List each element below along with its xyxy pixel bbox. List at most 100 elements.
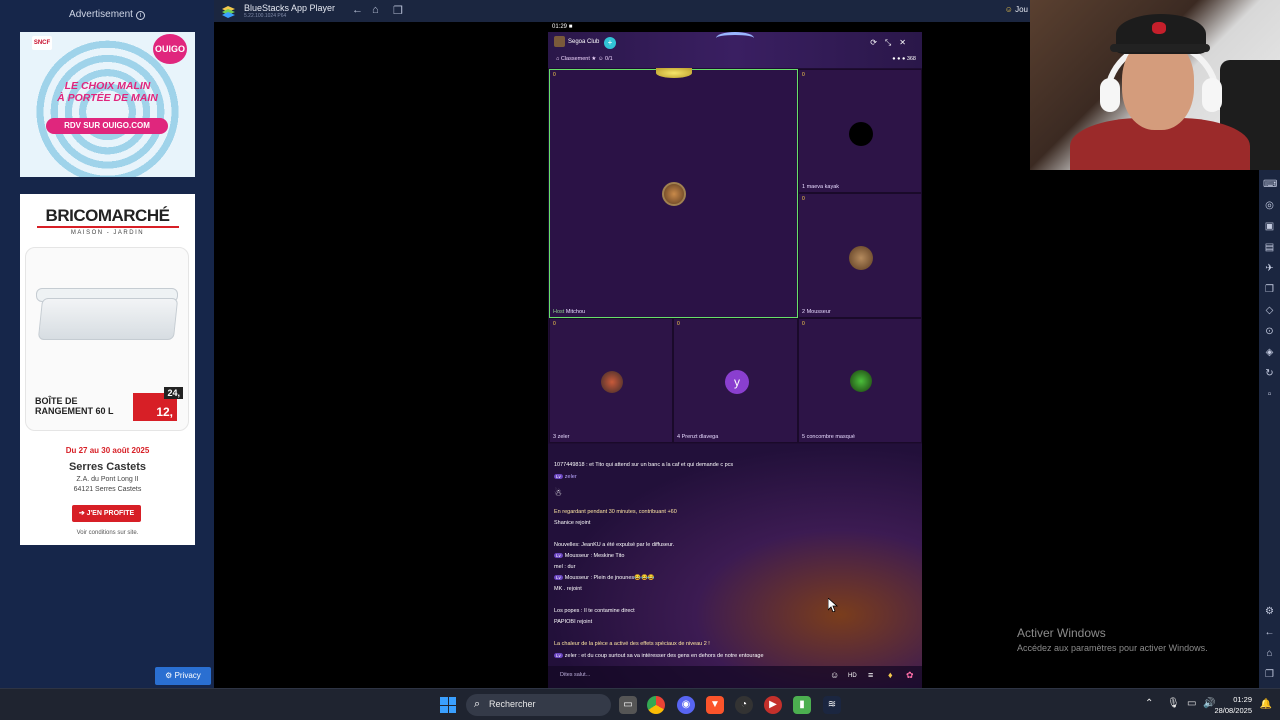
clock-time: 01:29 <box>1233 695 1252 704</box>
address-line-2: 64121 Serres Castets <box>73 486 142 493</box>
emoji-icon[interactable]: ☺ <box>830 670 839 680</box>
current-price: 12, <box>156 405 173 419</box>
seat-tile-4[interactable]: 0 y 4 Prenzt dlavega <box>673 318 798 443</box>
store-address: Z.A. du Pont Long II 64121 Serres Castet… <box>20 475 195 495</box>
chat-message: Lv zeler : et du coup surtout sa va intér… <box>554 653 764 659</box>
seat-tile-2[interactable]: 0 2 Mousseur <box>798 193 922 318</box>
recent-apps-icon[interactable]: ❐ <box>393 4 403 17</box>
screenshot-icon[interactable]: ▣ <box>1263 220 1276 233</box>
microphone-icon[interactable]: 🎙 <box>1167 698 1180 709</box>
activate-windows-watermark: Activer Windows Accédez aux paramètres p… <box>1017 626 1208 653</box>
minimize-icon[interactable]: ⤡ <box>885 38 899 47</box>
notification-bell-icon[interactable]: 🔔 <box>1260 699 1272 710</box>
airplane-icon[interactable]: ✈ <box>1263 262 1276 275</box>
avatar[interactable] <box>662 182 686 206</box>
bricomarche-logo-text: BRICOMARCHÉ <box>45 206 170 225</box>
ranking-count: 0/1 <box>605 56 613 62</box>
bluestacks-title: BlueStacks App Player <box>244 3 336 13</box>
close-icon[interactable]: ✕ <box>899 38 914 47</box>
avatar[interactable] <box>601 371 623 393</box>
seat-tile-1[interactable]: 0 1 maeva kayak <box>798 69 922 193</box>
back-arrow-icon[interactable]: ← <box>352 4 363 16</box>
youtube-icon[interactable]: ▶ <box>764 696 782 714</box>
brave-icon[interactable]: ▼ <box>706 696 724 714</box>
more-icon[interactable]: ▫ <box>1263 388 1276 401</box>
chat-input-bar[interactable]: Dites salut... ☺ HD ≡ ♦ ✿ <box>548 666 922 688</box>
menu-icon[interactable]: ≡ <box>868 670 873 680</box>
advertisement-text: Advertisement <box>69 9 133 20</box>
avatar[interactable] <box>850 370 872 392</box>
bluestacks-game-label: ☺ Jou <box>1005 5 1028 14</box>
seat-gift-count: 0 <box>802 72 805 78</box>
viewer-count[interactable]: ● ● ● 368 <box>892 56 916 62</box>
recents-icon[interactable]: ❐ <box>1263 668 1276 681</box>
ad-column: Advertisement i SNCF OUIGO LE CHOIX MALIN… <box>0 0 214 688</box>
seat-tile-3[interactable]: 0 3 zeler <box>549 318 673 443</box>
home-sidebar-icon[interactable]: ⌂ <box>1263 647 1276 660</box>
chat-message: Lv Mousseur : Plein de jnounes😂😂😂 <box>554 575 655 581</box>
product-name-line-2: RANGEMENT 60 L <box>35 406 114 416</box>
seat-tile-host[interactable]: 0 Host Mitchou <box>549 68 798 318</box>
layers-icon[interactable]: ◈ <box>1263 346 1276 359</box>
storage-box-image <box>37 298 179 340</box>
privacy-button[interactable]: ⚙ Privacy <box>155 667 211 685</box>
conditions-link[interactable]: Voir conditions sur site. <box>20 530 195 536</box>
room-header: Segoa Club + ⌂ Classement ★ ☺ 0/1 ⟳⤡✕ ● … <box>548 32 922 68</box>
seat-username: 3 zeler <box>553 434 570 440</box>
chevron-up-icon[interactable]: ⌃ <box>1145 698 1153 709</box>
media-icon[interactable]: ▤ <box>1263 241 1276 254</box>
product-name-line-1: BOÎTE DE <box>35 396 78 406</box>
avatar[interactable] <box>849 122 873 146</box>
taskbar-clock[interactable]: 01:29 28/08/2025 <box>1214 694 1252 716</box>
back-icon[interactable]: ← <box>1263 626 1276 639</box>
files-icon[interactable]: ▮ <box>793 696 811 714</box>
chat-message: Nouvelles: JeanKU a été expulsé par le d… <box>554 542 675 548</box>
obs-icon[interactable]: ◔ <box>735 696 753 714</box>
chrome-icon[interactable] <box>647 696 665 714</box>
bricomarche-ad-banner[interactable]: BRICOMARCHÉ MAISON - JARDIN BOÎTE DE RAN… <box>20 194 195 545</box>
ouigo-cta-button[interactable]: RDV SUR OUIGO.COM <box>46 118 168 134</box>
eco-mode-icon[interactable]: ◇ <box>1263 304 1276 317</box>
activate-title: Activer Windows <box>1017 626 1106 640</box>
host-crown-decoration <box>656 68 692 78</box>
chat-message: mel : dur <box>554 564 576 570</box>
network-icon[interactable]: ▭ <box>1187 698 1196 709</box>
cap-brim <box>1110 44 1210 52</box>
gift-icon[interactable]: ✿ <box>906 670 914 681</box>
activate-subtitle: Accédez aux paramètres pour activer Wind… <box>1017 643 1208 653</box>
keyboard-icon[interactable]: ⌨ <box>1263 178 1277 191</box>
windows-start-icon[interactable] <box>440 697 456 713</box>
task-view-icon[interactable]: ▭ <box>619 696 637 714</box>
info-icon[interactable]: i <box>135 11 145 20</box>
avatar[interactable]: y <box>725 370 749 394</box>
avatar[interactable] <box>849 246 873 270</box>
headset-cup-left <box>1100 78 1120 112</box>
location-icon[interactable]: ⊙ <box>1263 325 1276 338</box>
ouigo-ad-banner[interactable]: SNCF OUIGO LE CHOIX MALIN À PORTÉE DE MA… <box>20 32 195 177</box>
refresh-icon[interactable]: ⟳ <box>870 38 885 47</box>
seat-tile-5[interactable]: 0 5 concombre masqué <box>798 318 922 443</box>
taskbar-search[interactable]: ⌕ Rechercher <box>466 694 611 716</box>
chat-input[interactable]: Dites salut... <box>560 672 590 678</box>
join-club-button[interactable]: + <box>604 37 616 49</box>
ranking-link[interactable]: ⌂ Classement ★ ☺ 0/1 <box>556 56 613 62</box>
bag-icon[interactable]: ♦ <box>888 670 893 680</box>
gamepad-icon[interactable]: ◎ <box>1263 199 1276 212</box>
chat-message: Shanice rejoint <box>554 520 591 526</box>
ouigo-slogan: LE CHOIX MALIN À PORTÉE DE MAIN <box>20 80 195 104</box>
club-info[interactable]: Segoa Club <box>554 36 610 50</box>
home-icon[interactable]: ⌂ <box>372 4 379 16</box>
sync-icon[interactable]: ↻ <box>1263 367 1276 380</box>
bricomarche-subtitle: MAISON - JARDIN <box>70 230 145 236</box>
chat-message: MK . rejoint <box>554 586 582 592</box>
brico-cta-label: J'EN PROFITE <box>86 510 135 517</box>
settings-icon[interactable]: ⚙ <box>1263 605 1276 618</box>
brico-cta-button[interactable]: ➔ J'EN PROFITE <box>72 505 141 522</box>
discord-icon[interactable]: ◉ <box>677 696 695 714</box>
bluestacks-taskbar-icon[interactable]: ≋ <box>823 696 841 714</box>
hd-icon[interactable]: HD <box>848 673 857 679</box>
chat-message: Lv zeler <box>554 474 577 480</box>
chat-panel: 1077449818 : et Tito qui attend sur un b… <box>548 444 922 688</box>
bluestacks-logo-icon <box>222 6 235 18</box>
multi-instance-icon[interactable]: ❐ <box>1263 283 1276 296</box>
